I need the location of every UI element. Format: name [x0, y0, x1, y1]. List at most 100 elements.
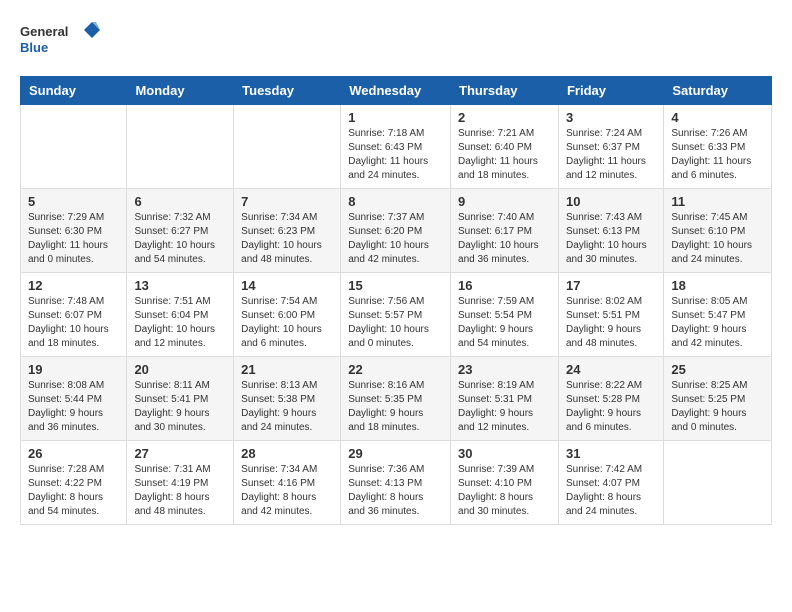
- empty-cell: [21, 105, 127, 189]
- day-number: 25: [671, 362, 764, 377]
- day-info: Sunrise: 7:37 AM Sunset: 6:20 PM Dayligh…: [348, 211, 443, 267]
- calendar-day-cell: 24 Sunrise: 8:22 AM Sunset: 5:28 PM Dayli…: [558, 357, 663, 441]
- day-info: Sunrise: 7:43 AM Sunset: 6:13 PM Dayligh…: [566, 211, 656, 267]
- svg-text:Blue: Blue: [20, 40, 48, 55]
- day-number: 6: [134, 194, 226, 209]
- day-number: 17: [566, 278, 656, 293]
- day-info: Sunrise: 8:11 AM Sunset: 5:41 PM Dayligh…: [134, 379, 226, 435]
- day-info: Sunrise: 7:54 AM Sunset: 6:00 PM Dayligh…: [241, 295, 333, 351]
- day-info: Sunrise: 7:29 AM Sunset: 6:30 PM Dayligh…: [28, 211, 119, 267]
- day-info: Sunrise: 7:24 AM Sunset: 6:37 PM Dayligh…: [566, 127, 656, 183]
- day-number: 1: [348, 110, 443, 125]
- day-info: Sunrise: 7:59 AM Sunset: 5:54 PM Dayligh…: [458, 295, 551, 351]
- day-info: Sunrise: 8:05 AM Sunset: 5:47 PM Dayligh…: [671, 295, 764, 351]
- calendar-day-cell: 16 Sunrise: 7:59 AM Sunset: 5:54 PM Dayli…: [451, 273, 559, 357]
- calendar-day-cell: 12 Sunrise: 7:48 AM Sunset: 6:07 PM Dayli…: [21, 273, 127, 357]
- logo-svg: General Blue: [20, 20, 100, 60]
- calendar-week-row: 26 Sunrise: 7:28 AM Sunset: 4:22 PM Dayli…: [21, 441, 772, 525]
- calendar-table: SundayMondayTuesdayWednesdayThursdayFrid…: [20, 76, 772, 525]
- empty-cell: [127, 105, 234, 189]
- day-info: Sunrise: 7:45 AM Sunset: 6:10 PM Dayligh…: [671, 211, 764, 267]
- day-info: Sunrise: 7:56 AM Sunset: 5:57 PM Dayligh…: [348, 295, 443, 351]
- calendar-day-cell: 6Sunrise: 7:32 AM Sunset: 6:27 PM Daylig…: [127, 189, 234, 273]
- day-number: 28: [241, 446, 333, 461]
- day-info: Sunrise: 7:34 AM Sunset: 4:16 PM Dayligh…: [241, 463, 333, 519]
- empty-cell: [664, 441, 772, 525]
- day-number: 30: [458, 446, 551, 461]
- day-number: 19: [28, 362, 119, 377]
- day-info: Sunrise: 7:39 AM Sunset: 4:10 PM Dayligh…: [458, 463, 551, 519]
- empty-cell: [234, 105, 341, 189]
- day-number: 26: [28, 446, 119, 461]
- day-number: 3: [566, 110, 656, 125]
- day-info: Sunrise: 8:19 AM Sunset: 5:31 PM Dayligh…: [458, 379, 551, 435]
- day-info: Sunrise: 7:51 AM Sunset: 6:04 PM Dayligh…: [134, 295, 226, 351]
- calendar-day-cell: 30 Sunrise: 7:39 AM Sunset: 4:10 PM Dayli…: [451, 441, 559, 525]
- calendar-day-cell: 5 Sunrise: 7:29 AM Sunset: 6:30 PM Daylig…: [21, 189, 127, 273]
- day-info: Sunrise: 7:26 AM Sunset: 6:33 PM Dayligh…: [671, 127, 764, 183]
- calendar-day-cell: 13 Sunrise: 7:51 AM Sunset: 6:04 PM Dayli…: [127, 273, 234, 357]
- day-number: 4: [671, 110, 764, 125]
- calendar-week-row: 1 Sunrise: 7:18 AM Sunset: 6:43 PM Daylig…: [21, 105, 772, 189]
- calendar-day-cell: 20 Sunrise: 8:11 AM Sunset: 5:41 PM Dayli…: [127, 357, 234, 441]
- calendar-day-cell: 18Sunrise: 8:05 AM Sunset: 5:47 PM Dayli…: [664, 273, 772, 357]
- calendar-day-cell: 14 Sunrise: 7:54 AM Sunset: 6:00 PM Dayli…: [234, 273, 341, 357]
- calendar-day-cell: 1 Sunrise: 7:18 AM Sunset: 6:43 PM Daylig…: [341, 105, 451, 189]
- calendar-day-cell: 22Sunrise: 8:16 AM Sunset: 5:35 PM Dayli…: [341, 357, 451, 441]
- day-info: Sunrise: 7:18 AM Sunset: 6:43 PM Dayligh…: [348, 127, 443, 183]
- logo: General Blue: [20, 20, 100, 60]
- calendar-day-cell: 21Sunrise: 8:13 AM Sunset: 5:38 PM Dayli…: [234, 357, 341, 441]
- day-number: 10: [566, 194, 656, 209]
- weekday-header-saturday: Saturday: [664, 77, 772, 105]
- weekday-header-row: SundayMondayTuesdayWednesdayThursdayFrid…: [21, 77, 772, 105]
- day-info: Sunrise: 7:48 AM Sunset: 6:07 PM Dayligh…: [28, 295, 119, 351]
- weekday-header-tuesday: Tuesday: [234, 77, 341, 105]
- calendar-day-cell: 25Sunrise: 8:25 AM Sunset: 5:25 PM Dayli…: [664, 357, 772, 441]
- day-info: Sunrise: 8:02 AM Sunset: 5:51 PM Dayligh…: [566, 295, 656, 351]
- day-number: 7: [241, 194, 333, 209]
- day-number: 11: [671, 194, 764, 209]
- weekday-header-sunday: Sunday: [21, 77, 127, 105]
- day-info: Sunrise: 7:36 AM Sunset: 4:13 PM Dayligh…: [348, 463, 443, 519]
- calendar-day-cell: 15Sunrise: 7:56 AM Sunset: 5:57 PM Dayli…: [341, 273, 451, 357]
- day-info: Sunrise: 7:40 AM Sunset: 6:17 PM Dayligh…: [458, 211, 551, 267]
- day-info: Sunrise: 7:28 AM Sunset: 4:22 PM Dayligh…: [28, 463, 119, 519]
- day-number: 5: [28, 194, 119, 209]
- day-number: 16: [458, 278, 551, 293]
- day-number: 24: [566, 362, 656, 377]
- day-number: 13: [134, 278, 226, 293]
- weekday-header-monday: Monday: [127, 77, 234, 105]
- calendar-day-cell: 31 Sunrise: 7:42 AM Sunset: 4:07 PM Dayli…: [558, 441, 663, 525]
- day-number: 20: [134, 362, 226, 377]
- day-info: Sunrise: 8:08 AM Sunset: 5:44 PM Dayligh…: [28, 379, 119, 435]
- calendar-day-cell: 17 Sunrise: 8:02 AM Sunset: 5:51 PM Dayli…: [558, 273, 663, 357]
- calendar-day-cell: 11 Sunrise: 7:45 AM Sunset: 6:10 PM Dayli…: [664, 189, 772, 273]
- calendar-day-cell: 28 Sunrise: 7:34 AM Sunset: 4:16 PM Dayli…: [234, 441, 341, 525]
- calendar-week-row: 12 Sunrise: 7:48 AM Sunset: 6:07 PM Dayli…: [21, 273, 772, 357]
- day-info: Sunrise: 7:21 AM Sunset: 6:40 PM Dayligh…: [458, 127, 551, 183]
- weekday-header-wednesday: Wednesday: [341, 77, 451, 105]
- calendar-day-cell: 10 Sunrise: 7:43 AM Sunset: 6:13 PM Dayli…: [558, 189, 663, 273]
- day-number: 2: [458, 110, 551, 125]
- day-info: Sunrise: 7:42 AM Sunset: 4:07 PM Dayligh…: [566, 463, 656, 519]
- day-number: 29: [348, 446, 443, 461]
- day-number: 8: [348, 194, 443, 209]
- calendar-day-cell: 27Sunrise: 7:31 AM Sunset: 4:19 PM Dayli…: [127, 441, 234, 525]
- calendar-day-cell: 19 Sunrise: 8:08 AM Sunset: 5:44 PM Dayli…: [21, 357, 127, 441]
- calendar-day-cell: 29 Sunrise: 7:36 AM Sunset: 4:13 PM Dayli…: [341, 441, 451, 525]
- calendar-day-cell: 4 Sunrise: 7:26 AM Sunset: 6:33 PM Daylig…: [664, 105, 772, 189]
- day-number: 14: [241, 278, 333, 293]
- calendar-day-cell: 2 Sunrise: 7:21 AM Sunset: 6:40 PM Daylig…: [451, 105, 559, 189]
- day-number: 27: [134, 446, 226, 461]
- day-info: Sunrise: 8:22 AM Sunset: 5:28 PM Dayligh…: [566, 379, 656, 435]
- svg-text:General: General: [20, 24, 68, 39]
- calendar-week-row: 19 Sunrise: 8:08 AM Sunset: 5:44 PM Dayli…: [21, 357, 772, 441]
- calendar-day-cell: 3 Sunrise: 7:24 AM Sunset: 6:37 PM Daylig…: [558, 105, 663, 189]
- day-number: 22: [348, 362, 443, 377]
- weekday-header-friday: Friday: [558, 77, 663, 105]
- calendar-day-cell: 7Sunrise: 7:34 AM Sunset: 6:23 PM Daylig…: [234, 189, 341, 273]
- day-number: 12: [28, 278, 119, 293]
- day-number: 9: [458, 194, 551, 209]
- day-number: 31: [566, 446, 656, 461]
- calendar-day-cell: 23Sunrise: 8:19 AM Sunset: 5:31 PM Dayli…: [451, 357, 559, 441]
